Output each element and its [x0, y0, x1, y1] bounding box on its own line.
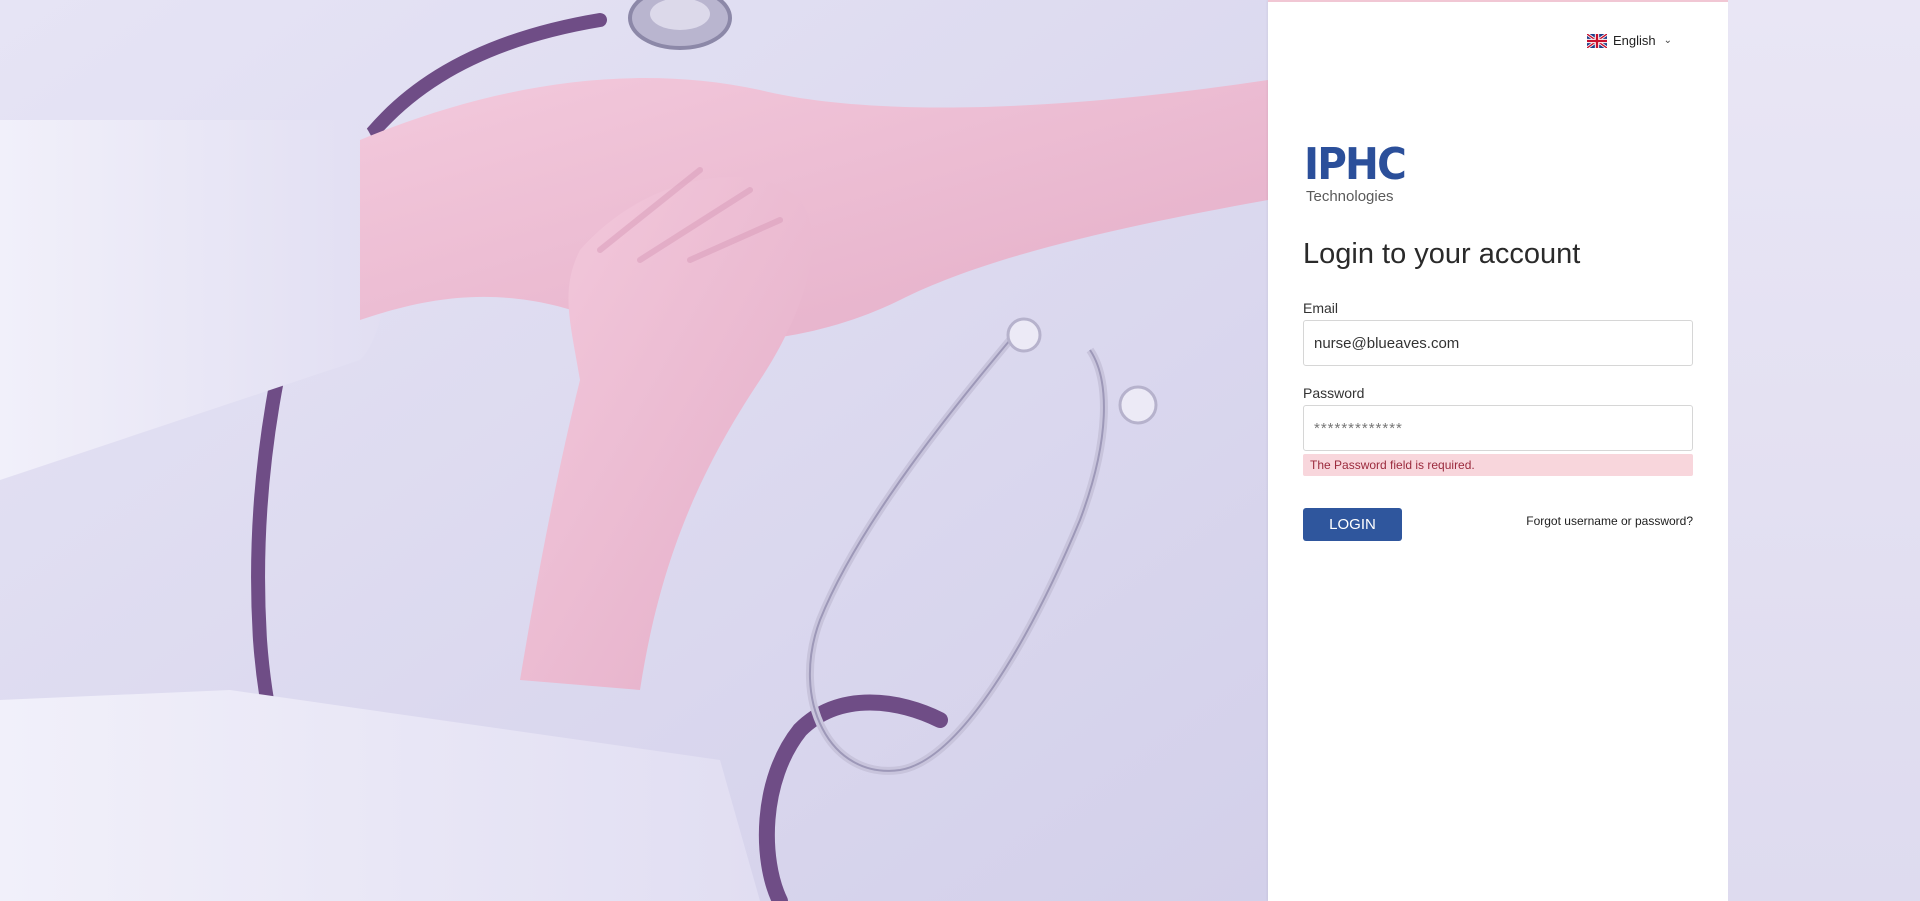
email-field[interactable] — [1303, 320, 1693, 366]
login-button[interactable]: LOGIN — [1303, 508, 1402, 541]
chevron-down-icon: ⌄ — [1663, 35, 1673, 46]
company-logo: IPHC Technologies — [1304, 139, 1414, 206]
uk-flag-icon — [1586, 32, 1608, 49]
language-label: English — [1613, 33, 1656, 48]
password-error-message: The Password field is required. — [1303, 454, 1693, 476]
login-page: English ⌄ IPHC Technologies Login to you… — [0, 0, 1920, 901]
page-title: Login to your account — [1303, 238, 1581, 270]
password-field[interactable] — [1303, 405, 1693, 451]
forgot-password-link[interactable]: Forgot username or password? — [1526, 514, 1693, 528]
email-label: Email — [1303, 300, 1339, 316]
password-label: Password — [1303, 385, 1365, 401]
language-selector[interactable]: English ⌄ — [1586, 32, 1673, 49]
background-right-strip — [1728, 0, 1920, 901]
logo-main-text: IPHC — [1304, 139, 1407, 190]
logo-sub-text: Technologies — [1306, 188, 1394, 205]
login-panel: English ⌄ IPHC Technologies Login to you… — [1268, 0, 1728, 901]
